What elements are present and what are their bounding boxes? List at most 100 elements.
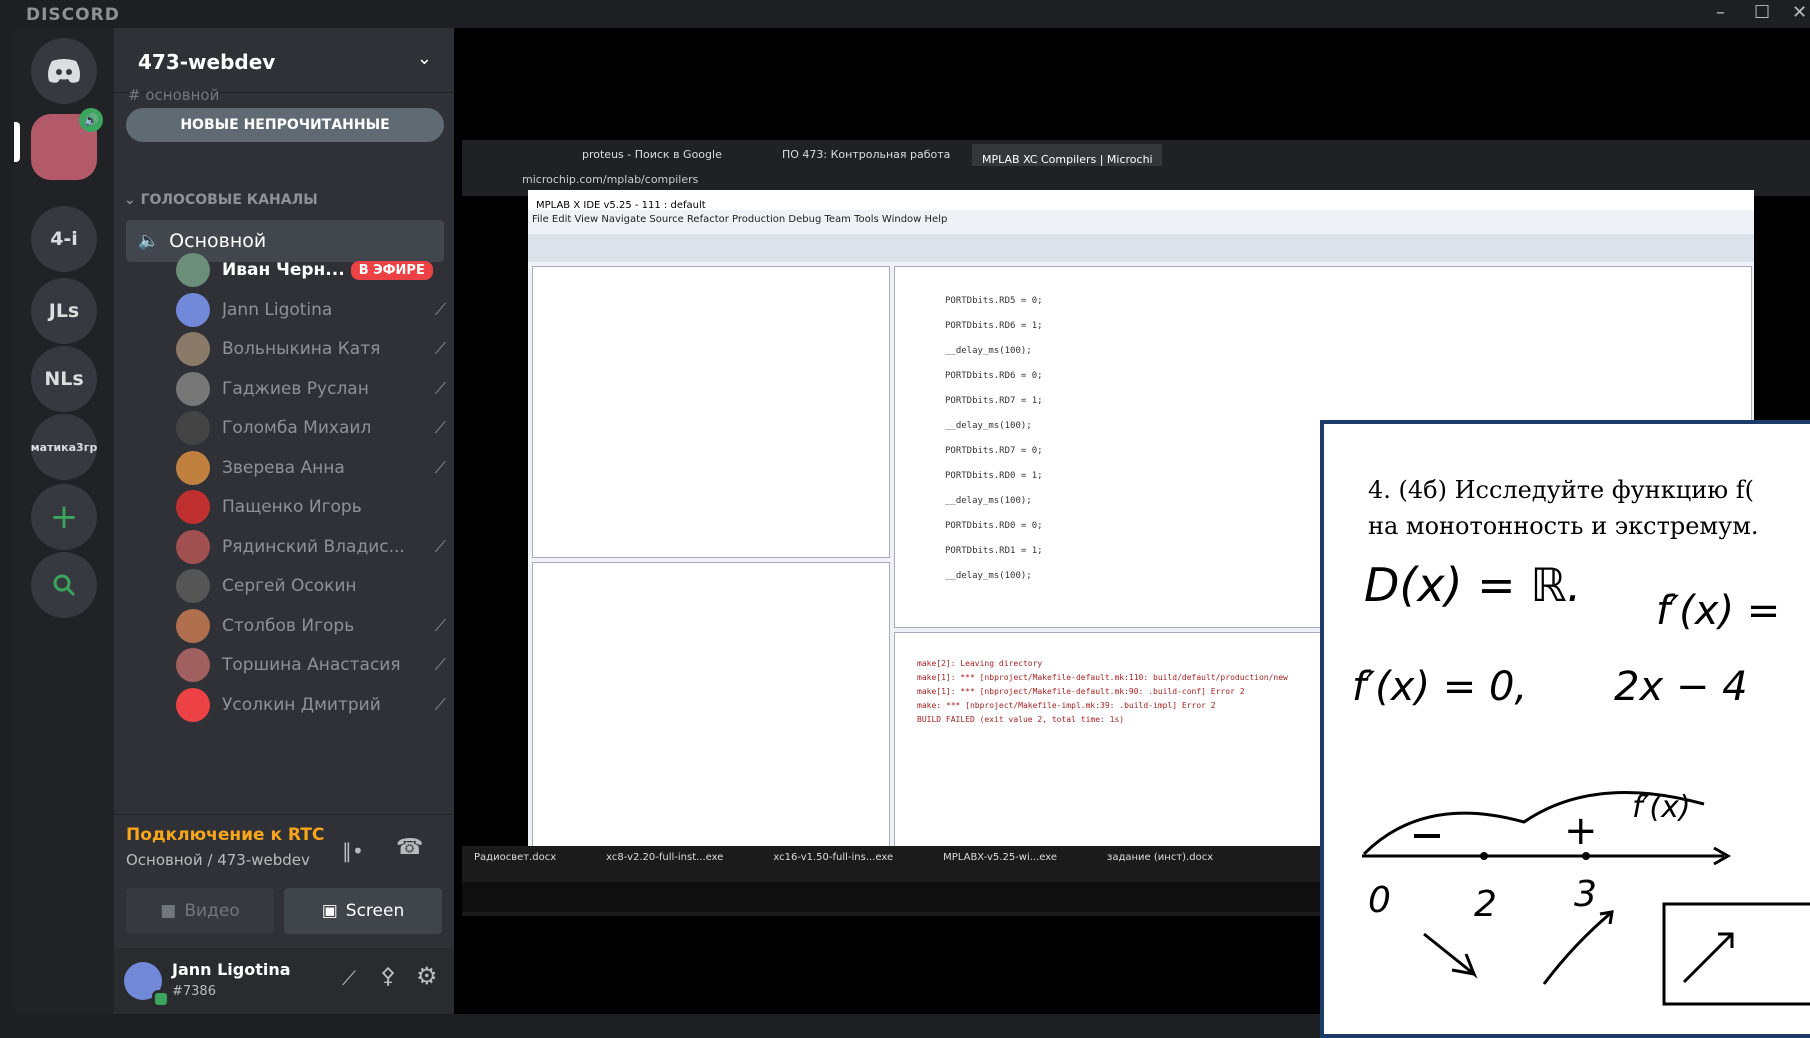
rail-server-matika[interactable]: матика3гр	[31, 414, 97, 480]
voice-user[interactable]: Вольныкина Катя ⟋	[176, 329, 446, 369]
download-item: задание (инст).docx	[1107, 852, 1214, 863]
voice-user-name: Зверева Анна	[222, 457, 345, 478]
explore-button[interactable]	[31, 552, 97, 618]
minimize-icon[interactable]: –	[1716, 2, 1725, 23]
server-name: 473-webdev	[138, 50, 276, 74]
active-server-pill	[14, 122, 20, 162]
hw-num-3: 3	[1574, 874, 1597, 915]
rail-server-4i[interactable]: 4-i	[31, 206, 97, 272]
maximize-icon[interactable]: ☐	[1754, 2, 1770, 23]
voice-user[interactable]: Торшина Анастасия ⟋	[176, 645, 446, 685]
user-panel: Jann Ligotina #7386 ⟋ ⚴ ⚙	[114, 948, 454, 1014]
app-brand: DISCORD	[26, 5, 120, 25]
output-line: make[1]: *** [nbproject/Makefile-default…	[917, 687, 1245, 696]
code-line: PORTDbits.RD6 = 0;	[945, 371, 1043, 381]
dashboard-panel	[532, 562, 890, 850]
code-line: PORTDbits.RD0 = 1;	[945, 471, 1043, 481]
voice-user-name: Голомба Михаил	[222, 418, 372, 438]
voice-user[interactable]: Голомба Михаил ⟋	[176, 408, 446, 448]
avatar	[176, 490, 210, 524]
voice-user[interactable]: Пащенко Игорь	[176, 487, 446, 527]
ide-toolbar	[528, 234, 1754, 262]
avatar	[176, 687, 210, 722]
channel-sidebar: 473-webdev ⌄ # основной НОВЫЕ НЕПРОЧИТАН…	[114, 28, 454, 1014]
mic-muted-icon: ⟋	[434, 339, 446, 358]
voice-user-name: Усолкин Дмитрий	[222, 694, 381, 715]
self-name: Jann Ligotina	[172, 960, 291, 979]
plus-icon: +	[49, 497, 79, 537]
hw-fprime-label: f′(x)	[1632, 790, 1691, 825]
output-line: make[1]: *** [nbproject/Makefile-default…	[917, 673, 1288, 682]
rail-home[interactable]	[31, 38, 97, 104]
output-line: make: *** [nbproject/Makefile-impl.mk:39…	[917, 701, 1216, 710]
avatar	[176, 371, 210, 406]
math-overlay: 4. (4б) Исследуйте функцию f( на монотон…	[1320, 420, 1810, 1038]
mic-muted-icon: ⟋	[434, 457, 446, 477]
add-server-button[interactable]: +	[31, 484, 97, 550]
code-line: PORTDbits.RD5 = 0;	[945, 296, 1043, 306]
code-line: PORTDbits.RD0 = 0;	[945, 521, 1043, 531]
speaker-icon: 🔊	[79, 108, 103, 132]
close-icon[interactable]: ✕	[1792, 2, 1807, 23]
server-rail: 🔊 4-i JLs NLs матика3гр +	[14, 28, 114, 1014]
camera-icon: ■	[160, 901, 177, 921]
code-line: PORTDbits.RD1 = 1;	[945, 546, 1043, 556]
mic-muted-icon: ⟋	[434, 615, 446, 635]
hw-equation: 2x − 4	[1614, 664, 1748, 710]
speaker-icon: 🔈	[138, 231, 160, 251]
voice-user-name: Jann Ligotina	[222, 299, 333, 320]
rail-server-active[interactable]: 🔊	[31, 108, 103, 180]
voice-user-name: Сергей Осокин	[222, 576, 357, 596]
mic-muted-icon[interactable]: ⟋	[342, 966, 356, 990]
code-line: __delay_ms(100);	[945, 496, 1032, 506]
gear-icon[interactable]: ⚙	[416, 962, 438, 990]
mic-muted-icon: ⟋	[434, 536, 446, 556]
avatar	[176, 253, 210, 287]
ide-menu: File Edit View Navigate Source Refactor …	[532, 214, 948, 225]
voice-user-name: Столбов Игорь	[222, 615, 355, 636]
rail-server-nls[interactable]: NLs	[31, 346, 97, 412]
download-item: MPLABX-v5.25-wi...exe	[943, 852, 1058, 863]
rtc-status[interactable]: Подключение к RTC	[126, 825, 324, 845]
code-line: PORTDbits.RD7 = 0;	[945, 446, 1043, 456]
code-line: __delay_ms(100);	[945, 346, 1032, 356]
voice-user[interactable]: Столбов Игорь ⟋	[176, 606, 446, 646]
video-label: Видео	[184, 901, 240, 921]
voice-user[interactable]: Рядинский Владис... ⟋	[176, 527, 446, 567]
server-label: JLs	[48, 300, 80, 322]
voice-user-name: Гаджиев Руслан	[222, 378, 369, 399]
server-header[interactable]: 473-webdev ⌄	[114, 28, 454, 93]
hw-domain: D(x) = ℝ.	[1364, 558, 1582, 612]
mic-muted-icon: ⟋	[434, 655, 446, 674]
chevron-down-icon: ⌄	[124, 192, 141, 208]
unread-banner[interactable]: НОВЫЕ НЕПРОЧИТАННЫЕ	[126, 108, 444, 142]
browser-tab: ПО 473: Контрольная работа	[782, 148, 951, 161]
avatar	[176, 608, 210, 643]
headphones-icon[interactable]: ⚴	[380, 964, 396, 989]
noise-suppression-icon[interactable]: ∥•	[342, 839, 364, 863]
rail-server-jls[interactable]: JLs	[31, 278, 97, 344]
server-label: 4-i	[50, 228, 78, 250]
code-line: __delay_ms(100);	[945, 421, 1032, 431]
voice-user[interactable]: Сергей Осокин	[176, 566, 446, 606]
task-line1: 4. (4б) Исследуйте функцию f(	[1368, 476, 1754, 504]
avatar	[176, 648, 210, 682]
download-item: Радиосвет.docx	[474, 852, 557, 863]
avatar	[176, 292, 210, 327]
voice-user[interactable]: Гаджиев Руслан ⟋	[176, 369, 446, 409]
voice-user[interactable]: Иван Черн... В ЭФИРЕ	[176, 250, 446, 290]
voice-user[interactable]: Jann Ligotina ⟋	[176, 290, 446, 330]
voice-user[interactable]: Усолкин Дмитрий ⟋	[176, 685, 446, 725]
voice-user[interactable]: Зверева Анна ⟋	[176, 448, 446, 488]
code-line: __delay_ms(100);	[945, 571, 1032, 581]
disconnect-icon[interactable]: ☎	[396, 835, 423, 860]
screen-share-icon: ▣	[321, 901, 338, 921]
voice-user-name: Иван Черн...	[222, 260, 345, 280]
screen-button[interactable]: ▣ Screen	[284, 888, 442, 934]
hw-num-2: 2	[1474, 884, 1497, 925]
video-button[interactable]: ■ Видео	[126, 888, 274, 934]
mic-muted-icon: ⟋	[434, 418, 446, 437]
voice-category[interactable]: ⌄ ГОЛОСОВЫЕ КАНАЛЫ	[124, 192, 318, 208]
voice-user-name: Пащенко Игорь	[222, 497, 362, 517]
avatar	[176, 450, 210, 485]
